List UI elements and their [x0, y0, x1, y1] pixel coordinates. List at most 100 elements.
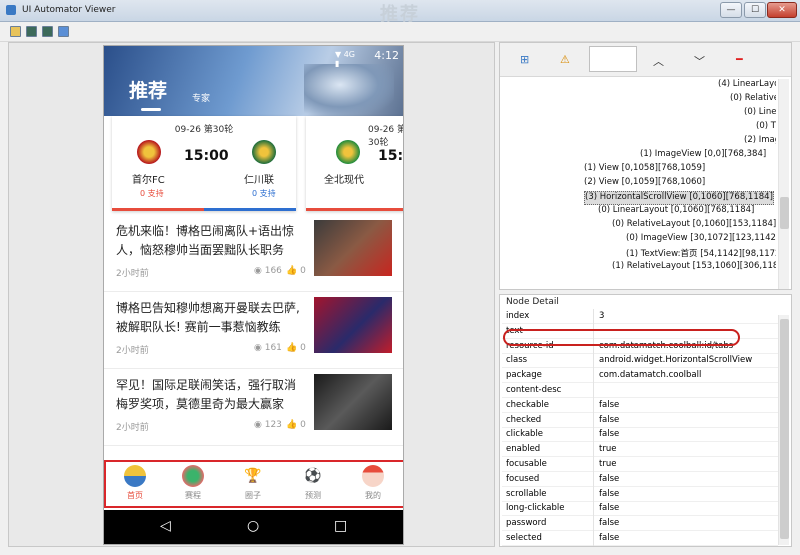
hierarchy-scrollbar[interactable] — [778, 79, 789, 289]
open-folder-icon[interactable] — [10, 26, 21, 37]
like-count: 0 — [300, 420, 306, 430]
news-title: 危机来临！博格巴闹离队+语出惊人，恼怒穆帅当面罢黜队长职务 — [116, 224, 295, 257]
device-screen[interactable]: ▼ 4G ▮ 4:12 推荐 专家 09-26 第30轮 15:00 首尔FC … — [103, 45, 404, 545]
detail-row[interactable]: class android.widget.HorizontalScrollView — [502, 353, 778, 369]
column-divider — [593, 531, 594, 546]
detail-value: true — [599, 444, 617, 455]
tree-node[interactable]: (0) RelativeL — [730, 93, 776, 107]
detail-key: long-clickable — [506, 503, 565, 514]
previous-node-icon[interactable]: ︿ — [653, 53, 664, 69]
clear-icon[interactable]: ━ — [736, 53, 743, 66]
next-node-icon[interactable]: ﹀ — [694, 53, 705, 69]
match-card[interactable]: 09-26 第30轮 15:00 首尔FC 仁川联 0 支持 0 支持 — [112, 116, 296, 211]
home-button-icon[interactable]: ○ — [247, 518, 259, 534]
detail-row[interactable]: focused false — [502, 471, 778, 487]
tree-node[interactable]: (0) RelativeLayout [0,1060][153,1184] — [612, 219, 776, 233]
tab-indicator — [141, 108, 161, 111]
detail-row[interactable]: password false — [502, 516, 778, 532]
column-divider — [593, 397, 594, 413]
maximize-button[interactable]: ☐ — [744, 2, 766, 18]
home-support-bar — [306, 208, 403, 211]
tree-node[interactable]: (1) TextView:首页 [54,1142][98,1172] — [626, 247, 776, 261]
news-views: ◉ 166 — [254, 266, 282, 276]
scrollbar-thumb[interactable] — [780, 197, 789, 229]
like-count: 0 — [300, 343, 306, 353]
tree-node[interactable]: (4) LinearLayout — [718, 79, 776, 93]
detail-row[interactable]: long-clickable false — [502, 501, 778, 517]
close-window-button[interactable]: ✕ — [767, 2, 797, 18]
tree-node[interactable]: (0) LinearLayout [0,1060][768,1184] — [598, 205, 754, 219]
column-divider — [593, 457, 594, 472]
tree-node[interactable]: (2) View [0,1059][768,1060] — [584, 177, 705, 191]
detail-key: clickable — [506, 429, 544, 440]
signal-icon: ▼ 4G ▮ — [335, 50, 355, 68]
view-count: 123 — [264, 420, 282, 430]
column-divider — [593, 501, 594, 517]
detail-value: true — [599, 459, 617, 469]
hierarchy-search-input[interactable] — [589, 46, 637, 72]
detail-row[interactable]: selected false — [502, 531, 778, 546]
news-item[interactable]: 危机来临！博格巴闹离队+语出惊人，恼怒穆帅当面罢黜队长职务 2小时前 ◉ 166… — [104, 216, 403, 292]
news-likes: 👍 0 — [286, 420, 306, 430]
news-item[interactable]: 罕见！国际足联闹笑话，强行取消梅罗奖项，莫德里奇为最大赢家 2小时前 ◉ 123… — [104, 370, 403, 446]
detail-row[interactable]: clickable false — [502, 427, 778, 443]
detail-row[interactable]: index 3 — [502, 309, 778, 324]
scrollbar-thumb[interactable] — [780, 319, 789, 539]
column-divider — [593, 442, 594, 458]
detail-key: checkable — [506, 399, 549, 410]
back-icon[interactable]: ◁ — [160, 518, 171, 534]
kickoff-time: 15:00 — [184, 148, 229, 164]
jeonbuk-badge-icon — [336, 140, 360, 164]
home-support-count: 0 支持 — [140, 189, 164, 198]
detail-key: focused — [506, 473, 540, 484]
window-title: UI Automator Viewer — [22, 5, 116, 15]
expand-all-icon[interactable]: ⊞ — [520, 53, 529, 66]
app-icon — [6, 5, 16, 15]
tree-node[interactable]: (0) ImageView [30,1072][123,1142] — [626, 233, 776, 247]
tab-experts[interactable]: 专家 — [192, 91, 210, 104]
detail-key: selected — [506, 533, 542, 543]
detail-scrollbar[interactable] — [778, 315, 789, 545]
detail-value: false — [599, 429, 620, 440]
device-screenshot-icon[interactable] — [26, 26, 37, 37]
detail-key: scrollable — [506, 488, 547, 499]
detail-key: content-desc — [506, 385, 562, 395]
column-divider — [593, 309, 594, 324]
tree-node[interactable]: (1) RelativeLayout [153,1060][306,1184] — [612, 261, 776, 275]
detail-row[interactable]: checkable false — [502, 397, 778, 413]
column-divider — [593, 516, 594, 532]
save-icon[interactable] — [58, 26, 69, 37]
tree-node[interactable]: (1) View [0,1058][768,1059] — [584, 163, 705, 177]
banner-player-image — [304, 64, 394, 116]
device-screenshot-compressed-icon[interactable] — [42, 26, 53, 37]
tree-node[interactable]: (2) Imag — [744, 135, 776, 149]
detail-row[interactable]: enabled true — [502, 442, 778, 458]
detail-row[interactable]: checked false — [502, 412, 778, 428]
home-support-bar — [112, 208, 204, 211]
tree-node-selected[interactable]: (3) HorizontalScrollView [0,1060][768,11… — [584, 191, 774, 205]
tree-node[interactable]: (1) ImageView [0,0][768,384] — [640, 149, 766, 163]
view-count: 161 — [264, 343, 282, 353]
selected-node-highlight — [104, 460, 403, 508]
recent-apps-icon[interactable]: □ — [334, 518, 347, 534]
detail-key: package — [506, 370, 542, 381]
detail-row[interactable]: scrollable false — [502, 486, 778, 502]
detail-key: enabled — [506, 444, 541, 455]
news-views: ◉ 123 — [254, 420, 282, 430]
news-title: 罕见！国际足联闹笑话，强行取消梅罗奖项，莫德里奇为最大赢家 — [116, 378, 297, 411]
away-support-bar — [204, 208, 296, 211]
hierarchy-tree[interactable]: (4) LinearLayout (0) RelativeL (0) Linea… — [500, 79, 776, 289]
warning-icon[interactable]: ⚠ — [560, 53, 570, 66]
tab-recommend[interactable]: 推荐 — [129, 76, 167, 103]
detail-row[interactable]: package com.datamatch.coolball — [502, 368, 778, 384]
match-date: 09-26 第30轮 — [174, 125, 234, 135]
match-card[interactable]: 09-26 第30轮 15:0 全北现代 — [306, 116, 403, 211]
tree-node[interactable]: (0) Linea — [744, 107, 776, 121]
tree-node[interactable]: (0) T — [756, 121, 776, 135]
hierarchy-toolbar: ⊞ ⚠ ︿ ﹀ ━ — [500, 43, 791, 77]
news-item[interactable]: 博格巴告知穆帅想离开曼联去巴萨, 被解职队长! 赛前一事惹恼教练 2小时前 ◉ … — [104, 293, 403, 369]
column-divider — [593, 486, 594, 502]
detail-row[interactable]: focusable true — [502, 457, 778, 472]
detail-row[interactable]: content-desc — [502, 383, 778, 398]
minimize-button[interactable]: — — [720, 2, 742, 18]
